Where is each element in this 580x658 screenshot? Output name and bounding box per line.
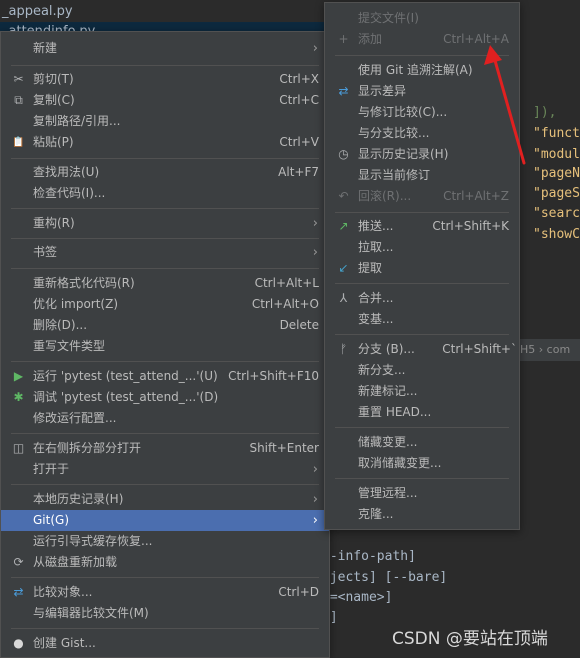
git-item-reset-head[interactable]: 重置 HEAD...: [325, 402, 519, 423]
menu-item-local-history[interactable]: 本地历史记录(H) ›: [1, 489, 329, 510]
run-icon: ▶: [13, 369, 24, 383]
menu-divider: [335, 283, 509, 284]
menu-item-new[interactable]: 新建 ›: [1, 38, 329, 59]
menu-item-inspect-code[interactable]: 检查代码(I)...: [1, 183, 329, 204]
menu-item-open-split-right[interactable]: ◫ 在右侧拆分部分打开 Shift+Enter: [1, 438, 329, 459]
menu-item-git[interactable]: Git(G) ›: [1, 510, 329, 531]
menu-divider: [11, 65, 319, 66]
compare-arrows-icon: ⇄: [13, 585, 24, 599]
menu-item-open-in[interactable]: 打开于 ›: [1, 459, 329, 480]
code-line: "showC: [533, 227, 580, 242]
chevron-right-icon: ›: [312, 245, 318, 260]
menu-divider: [335, 212, 509, 213]
menu-item-copy[interactable]: ⧉ 复制(C) Ctrl+C: [1, 90, 329, 111]
menu-item-override-file-type[interactable]: 重写文件类型: [1, 336, 329, 357]
git-item-rebase[interactable]: 变基...: [325, 309, 519, 330]
merge-icon: ⅄: [339, 291, 348, 305]
plus-icon: +: [338, 32, 349, 46]
clipboard-icon: 📋: [12, 137, 25, 148]
menu-divider: [11, 238, 319, 239]
menu-item-copy-path[interactable]: 复制路径/引用...: [1, 111, 329, 132]
git-item-manage-remotes[interactable]: 管理远程...: [325, 483, 519, 504]
file-tab-appeal[interactable]: _appeal.py: [0, 2, 73, 22]
git-item-clone[interactable]: 克隆...: [325, 504, 519, 525]
git-item-push[interactable]: ↗ 推送... Ctrl+Shift+K: [325, 216, 519, 237]
menu-item-run-pytest[interactable]: ▶ 运行 'pytest (test_attend_...'(U) Ctrl+S…: [1, 366, 329, 387]
git-item-unstash[interactable]: 取消储藏变更...: [325, 453, 519, 474]
git-item-fetch[interactable]: ↙ 提取: [325, 258, 519, 279]
code-line: "funct: [533, 126, 580, 141]
menu-divider: [335, 334, 509, 335]
menu-item-reload-from-disk[interactable]: ⟳ 从磁盘重新加载: [1, 552, 329, 573]
menu-item-compare-with[interactable]: ⇄ 比较对象... Ctrl+D: [1, 582, 329, 603]
chevron-right-icon: ›: [312, 41, 318, 56]
code-line: "pageS: [533, 186, 580, 201]
menu-item-cut[interactable]: ✂ 剪切(T) Ctrl+X: [1, 69, 329, 90]
editor-context-menu: 新建 › ✂ 剪切(T) Ctrl+X ⧉ 复制(C) Ctrl+C 复制路径/…: [0, 31, 330, 658]
menu-item-optimize-imports[interactable]: 优化 import(Z) Ctrl+Alt+O: [1, 294, 329, 315]
menu-divider: [11, 433, 319, 434]
clock-icon: ◷: [338, 147, 349, 161]
chevron-right-icon: ›: [312, 492, 318, 507]
chevron-right-icon: ›: [312, 462, 318, 477]
reload-icon: ⟳: [13, 555, 24, 569]
terminal-line: --info-path]: [322, 549, 416, 564]
breadcrumb-tab-strip: H5 › com: [518, 339, 580, 361]
git-item-stash[interactable]: 储藏变更...: [325, 432, 519, 453]
menu-divider: [11, 158, 319, 159]
menu-divider: [11, 484, 319, 485]
git-item-commit-file[interactable]: 提交文件(I): [325, 8, 519, 29]
compare-arrows-icon: ⇄: [338, 84, 349, 98]
menu-item-modify-run-config[interactable]: 修改运行配置...: [1, 408, 329, 429]
menu-item-create-gist[interactable]: ● 创建 Gist...: [1, 633, 329, 654]
watermark: CSDN @要站在顶端: [392, 629, 548, 649]
scissors-icon: ✂: [13, 72, 24, 86]
code-line: "modul: [533, 147, 580, 162]
github-icon: ●: [13, 636, 24, 650]
chevron-right-icon: ›: [312, 513, 318, 528]
menu-divider: [11, 361, 319, 362]
menu-divider: [335, 427, 509, 428]
git-item-pull[interactable]: 拉取...: [325, 237, 519, 258]
branch-icon: ᚠ: [339, 342, 348, 356]
menu-divider: [11, 208, 319, 209]
menu-item-reformat-code[interactable]: 重新格式化代码(R) Ctrl+Alt+L: [1, 273, 329, 294]
code-line: "searc: [533, 206, 580, 221]
menu-item-compare-with-editor[interactable]: 与编辑器比较文件(M): [1, 603, 329, 624]
fetch-arrow-icon: ↙: [338, 261, 349, 275]
split-view-icon: ◫: [12, 441, 25, 455]
menu-divider: [335, 478, 509, 479]
git-item-merge[interactable]: ⅄ 合并...: [325, 288, 519, 309]
menu-item-find-usages[interactable]: 查找用法(U) Alt+F7: [1, 162, 329, 183]
debug-bug-icon: ✱: [13, 390, 24, 404]
git-item-rollback[interactable]: ↶ 回滚(R)... Ctrl+Alt+Z: [325, 186, 519, 207]
menu-item-bookmarks[interactable]: 书签 ›: [1, 242, 329, 263]
menu-item-guided-cache-recovery[interactable]: 运行引导式缓存恢复...: [1, 531, 329, 552]
git-item-new-branch[interactable]: 新分支...: [325, 360, 519, 381]
copy-icon: ⧉: [14, 93, 23, 107]
terminal-line: e=<name>]: [322, 590, 393, 605]
terminal-line: ojects] [--bare]: [322, 570, 448, 585]
menu-divider: [11, 577, 319, 578]
chevron-right-icon: ›: [312, 216, 318, 231]
menu-item-paste[interactable]: 📋 粘贴(P) Ctrl+V: [1, 132, 329, 153]
code-line: ]),: [533, 105, 557, 120]
code-line: "pageN: [533, 166, 580, 181]
git-item-new-tag[interactable]: 新建标记...: [325, 381, 519, 402]
menu-item-delete[interactable]: 删除(D)... Delete: [1, 315, 329, 336]
push-arrow-icon: ↗: [338, 219, 349, 233]
git-item-branches[interactable]: ᚠ 分支 (B)... Ctrl+Shift+`: [325, 339, 519, 360]
menu-item-refactor[interactable]: 重构(R) ›: [1, 213, 329, 234]
undo-icon: ↶: [338, 189, 349, 203]
red-arrow-annotation: [484, 45, 526, 165]
menu-divider: [11, 628, 319, 629]
menu-item-debug-pytest[interactable]: ✱ 调试 'pytest (test_attend_...'(D): [1, 387, 329, 408]
menu-divider: [11, 268, 319, 269]
